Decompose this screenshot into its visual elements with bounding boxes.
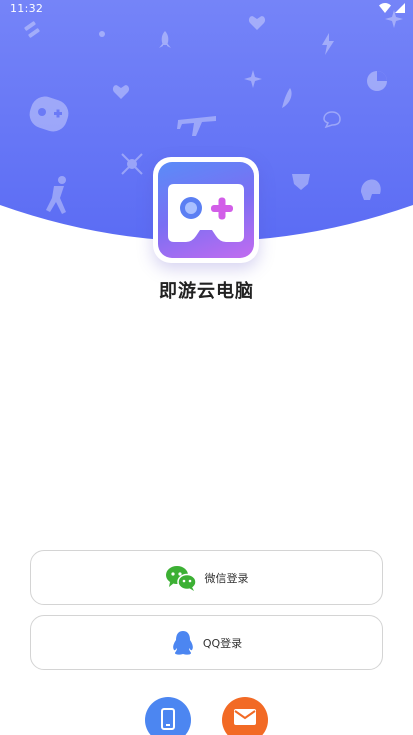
helmet-icon <box>361 179 381 200</box>
feather-icon <box>282 88 292 108</box>
drone-icon <box>121 153 143 175</box>
email-login-button[interactable] <box>222 697 268 735</box>
app-logo <box>153 157 259 263</box>
basketball-player-icon <box>46 176 66 214</box>
qq-login-button[interactable]: QQ登录 <box>30 615 383 670</box>
shield-badge-icon <box>292 174 310 190</box>
status-bar: 11:32 <box>0 0 413 18</box>
satellite-icon <box>24 21 40 38</box>
email-icon <box>234 709 256 725</box>
signal-icon <box>395 3 405 13</box>
wechat-icon <box>165 565 197 591</box>
qq-icon <box>172 630 193 655</box>
heart-icon-2 <box>112 85 130 99</box>
lightning-icon <box>322 33 334 55</box>
chart-icon <box>367 71 387 91</box>
wechat-login-button[interactable]: 微信登录 <box>30 550 383 605</box>
app-name: 即游云电脑 <box>159 281 254 302</box>
rocket-icon <box>159 31 171 48</box>
phone-login-button[interactable] <box>145 697 191 735</box>
gamepad-icon <box>29 96 69 132</box>
sparkle-icon <box>244 70 262 88</box>
chat-icon <box>323 111 341 128</box>
status-icons <box>379 3 405 13</box>
wechat-login-label: 微信登录 <box>204 571 249 585</box>
status-time: 11:32 <box>10 2 44 15</box>
qq-login-label: QQ登录 <box>202 636 243 650</box>
phone-icon <box>161 708 175 730</box>
app-logo-background <box>158 162 254 258</box>
gamepad-logo-icon <box>168 184 244 242</box>
airplane-icon <box>177 116 216 136</box>
wifi-icon <box>379 3 391 13</box>
dot-icon <box>99 31 105 37</box>
